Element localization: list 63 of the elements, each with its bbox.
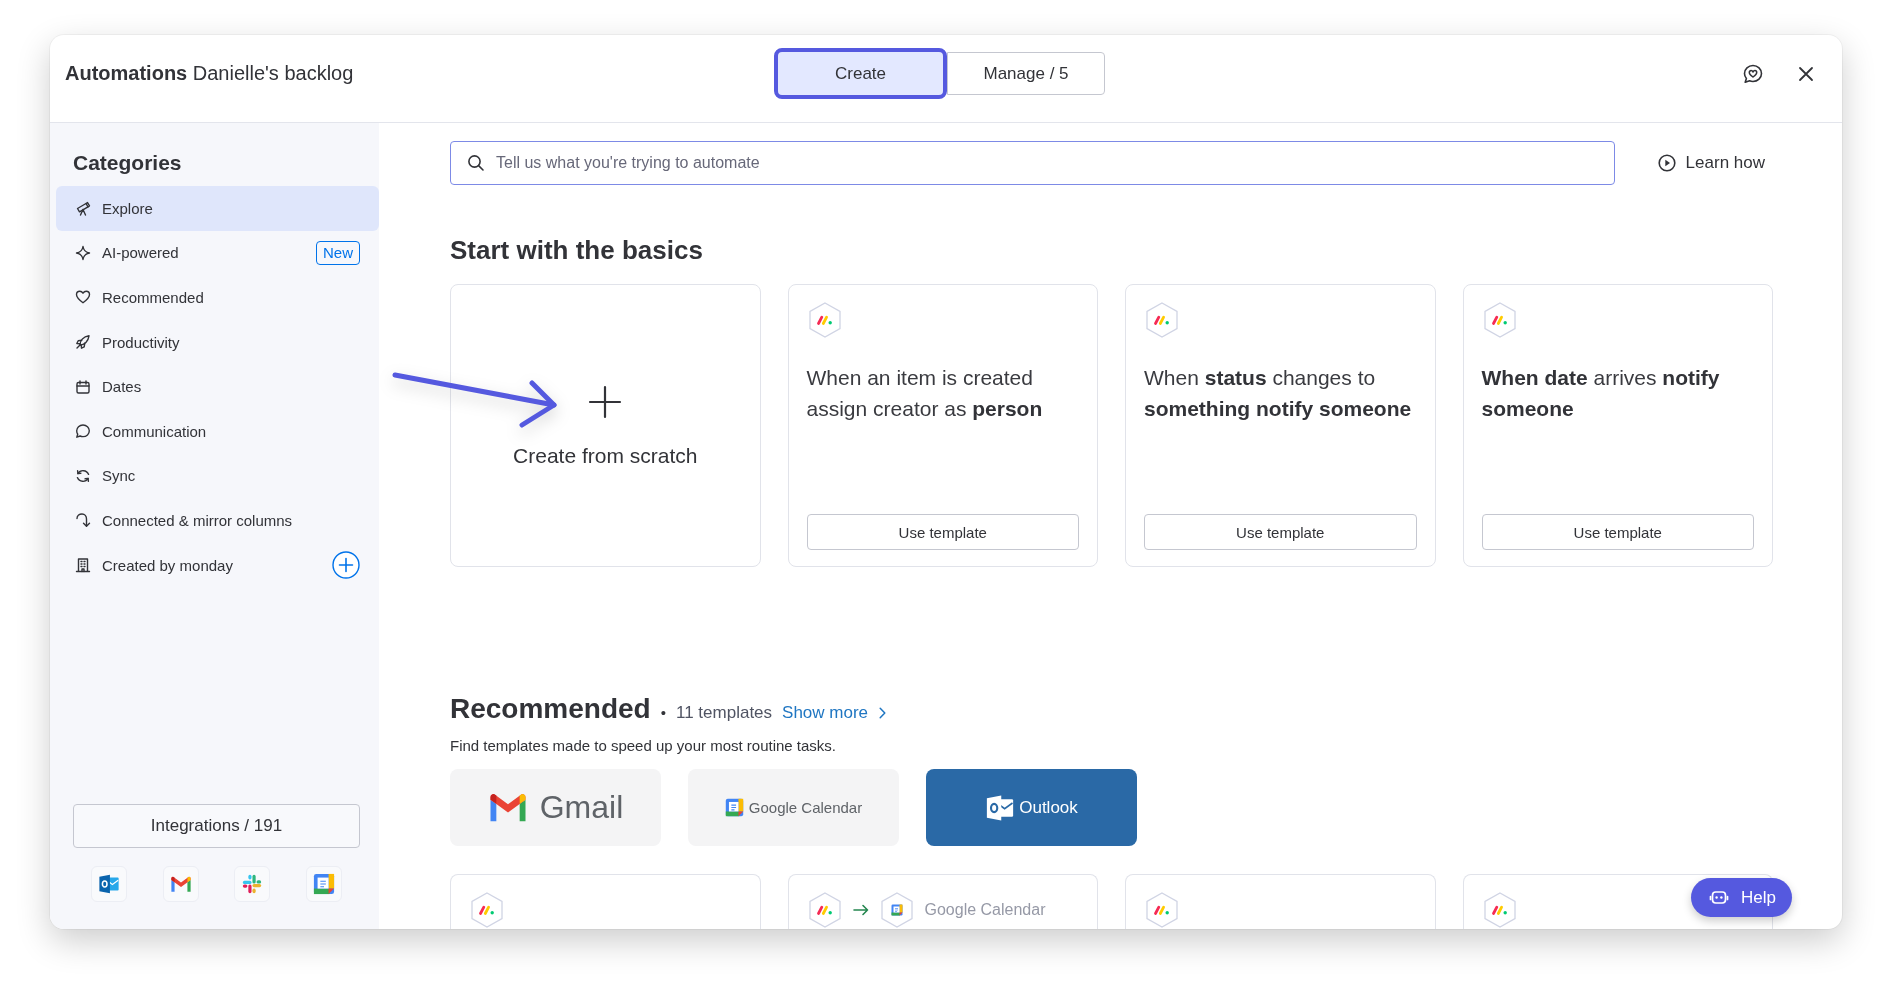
window-title: Automations [65, 62, 188, 84]
calendar-icon [75, 378, 91, 395]
building-icon [75, 557, 91, 574]
learn-how-button[interactable]: Learn how [1647, 143, 1773, 183]
plus-icon [588, 384, 623, 419]
use-template-button[interactable]: Use template [806, 514, 1079, 550]
help-button[interactable]: Help [1691, 878, 1792, 917]
category-item[interactable]: Explore [56, 186, 379, 231]
search-field[interactable]: Tell us what you're trying to automate [450, 141, 1615, 185]
card-title: Create from scratch [513, 442, 698, 468]
heart-icon [75, 289, 91, 306]
play-circle-icon [1657, 154, 1676, 172]
card-description: When status changes to something notify someone [1144, 365, 1413, 422]
arrow-right-icon [852, 904, 869, 916]
hexagon-logo-icon [1481, 302, 1518, 338]
gmail-logo-icon[interactable] [162, 866, 199, 902]
google-calendar-logo-icon [724, 798, 744, 817]
hexagon-logo-icon [1144, 302, 1180, 338]
category-item[interactable]: Communication [56, 408, 379, 454]
telescope-icon [75, 200, 91, 217]
heart-speech-bubble-icon[interactable] [1742, 62, 1764, 85]
hexagon-logo-icon [806, 302, 843, 338]
board-name: Danielle's backlog [192, 62, 354, 84]
plus-circle-icon[interactable] [332, 551, 360, 580]
category-item[interactable]: Sync [56, 453, 379, 499]
use-template-button[interactable]: Use template [1144, 514, 1417, 550]
chevron-right-icon [879, 707, 887, 719]
show-more-link[interactable]: Show more [782, 703, 887, 723]
category-item[interactable]: Connected & mirror columns [56, 498, 379, 543]
sidebar-title: Categories [73, 150, 183, 176]
tab[interactable]: Manage / 5 [947, 52, 1105, 95]
new-badge: New [316, 240, 360, 265]
outlook-logo-icon[interactable] [90, 866, 127, 902]
integrations-button[interactable]: Integrations / 191 [73, 804, 360, 848]
google-calendar-logo-icon[interactable] [306, 866, 343, 902]
app-tile[interactable]: Google Calendar [688, 769, 899, 846]
app-tile[interactable]: Outlook [926, 769, 1137, 846]
slack-logo-icon[interactable] [234, 866, 271, 902]
separator: • [660, 704, 666, 721]
app-name: Google Calendar [924, 901, 1046, 919]
close-icon[interactable] [1798, 65, 1814, 82]
tab[interactable]: Create [774, 48, 947, 99]
curved-arrow-icon [75, 512, 91, 529]
scratch-card[interactable]: Create from scratch [450, 284, 761, 567]
app-tile[interactable]: Gmail [450, 769, 661, 846]
category-item[interactable]: AI-powered New [56, 230, 379, 276]
card-description: When an item is created assign creator as person [806, 365, 1044, 422]
rocket-icon [75, 334, 91, 351]
category-item[interactable]: Dates [56, 364, 379, 409]
card-description: When date arrives notify someone [1481, 365, 1721, 422]
category-item[interactable]: Productivity [56, 319, 379, 365]
section-title: Start with the basics [450, 234, 704, 266]
section-title: Recommended [450, 692, 651, 726]
section-description: Find templates made to speed up your most routine tasks. [450, 736, 838, 756]
category-item[interactable]: Recommended [56, 275, 379, 320]
search-icon [467, 154, 485, 172]
sparkle-icon [75, 244, 91, 261]
use-template-button[interactable]: Use template [1481, 514, 1754, 550]
category-item[interactable]: Created by monday [56, 542, 379, 588]
sync-icon [75, 467, 91, 484]
speech-bubble-icon [75, 423, 91, 440]
template-count: 11 templates [676, 703, 773, 723]
robot-icon [1709, 888, 1730, 907]
